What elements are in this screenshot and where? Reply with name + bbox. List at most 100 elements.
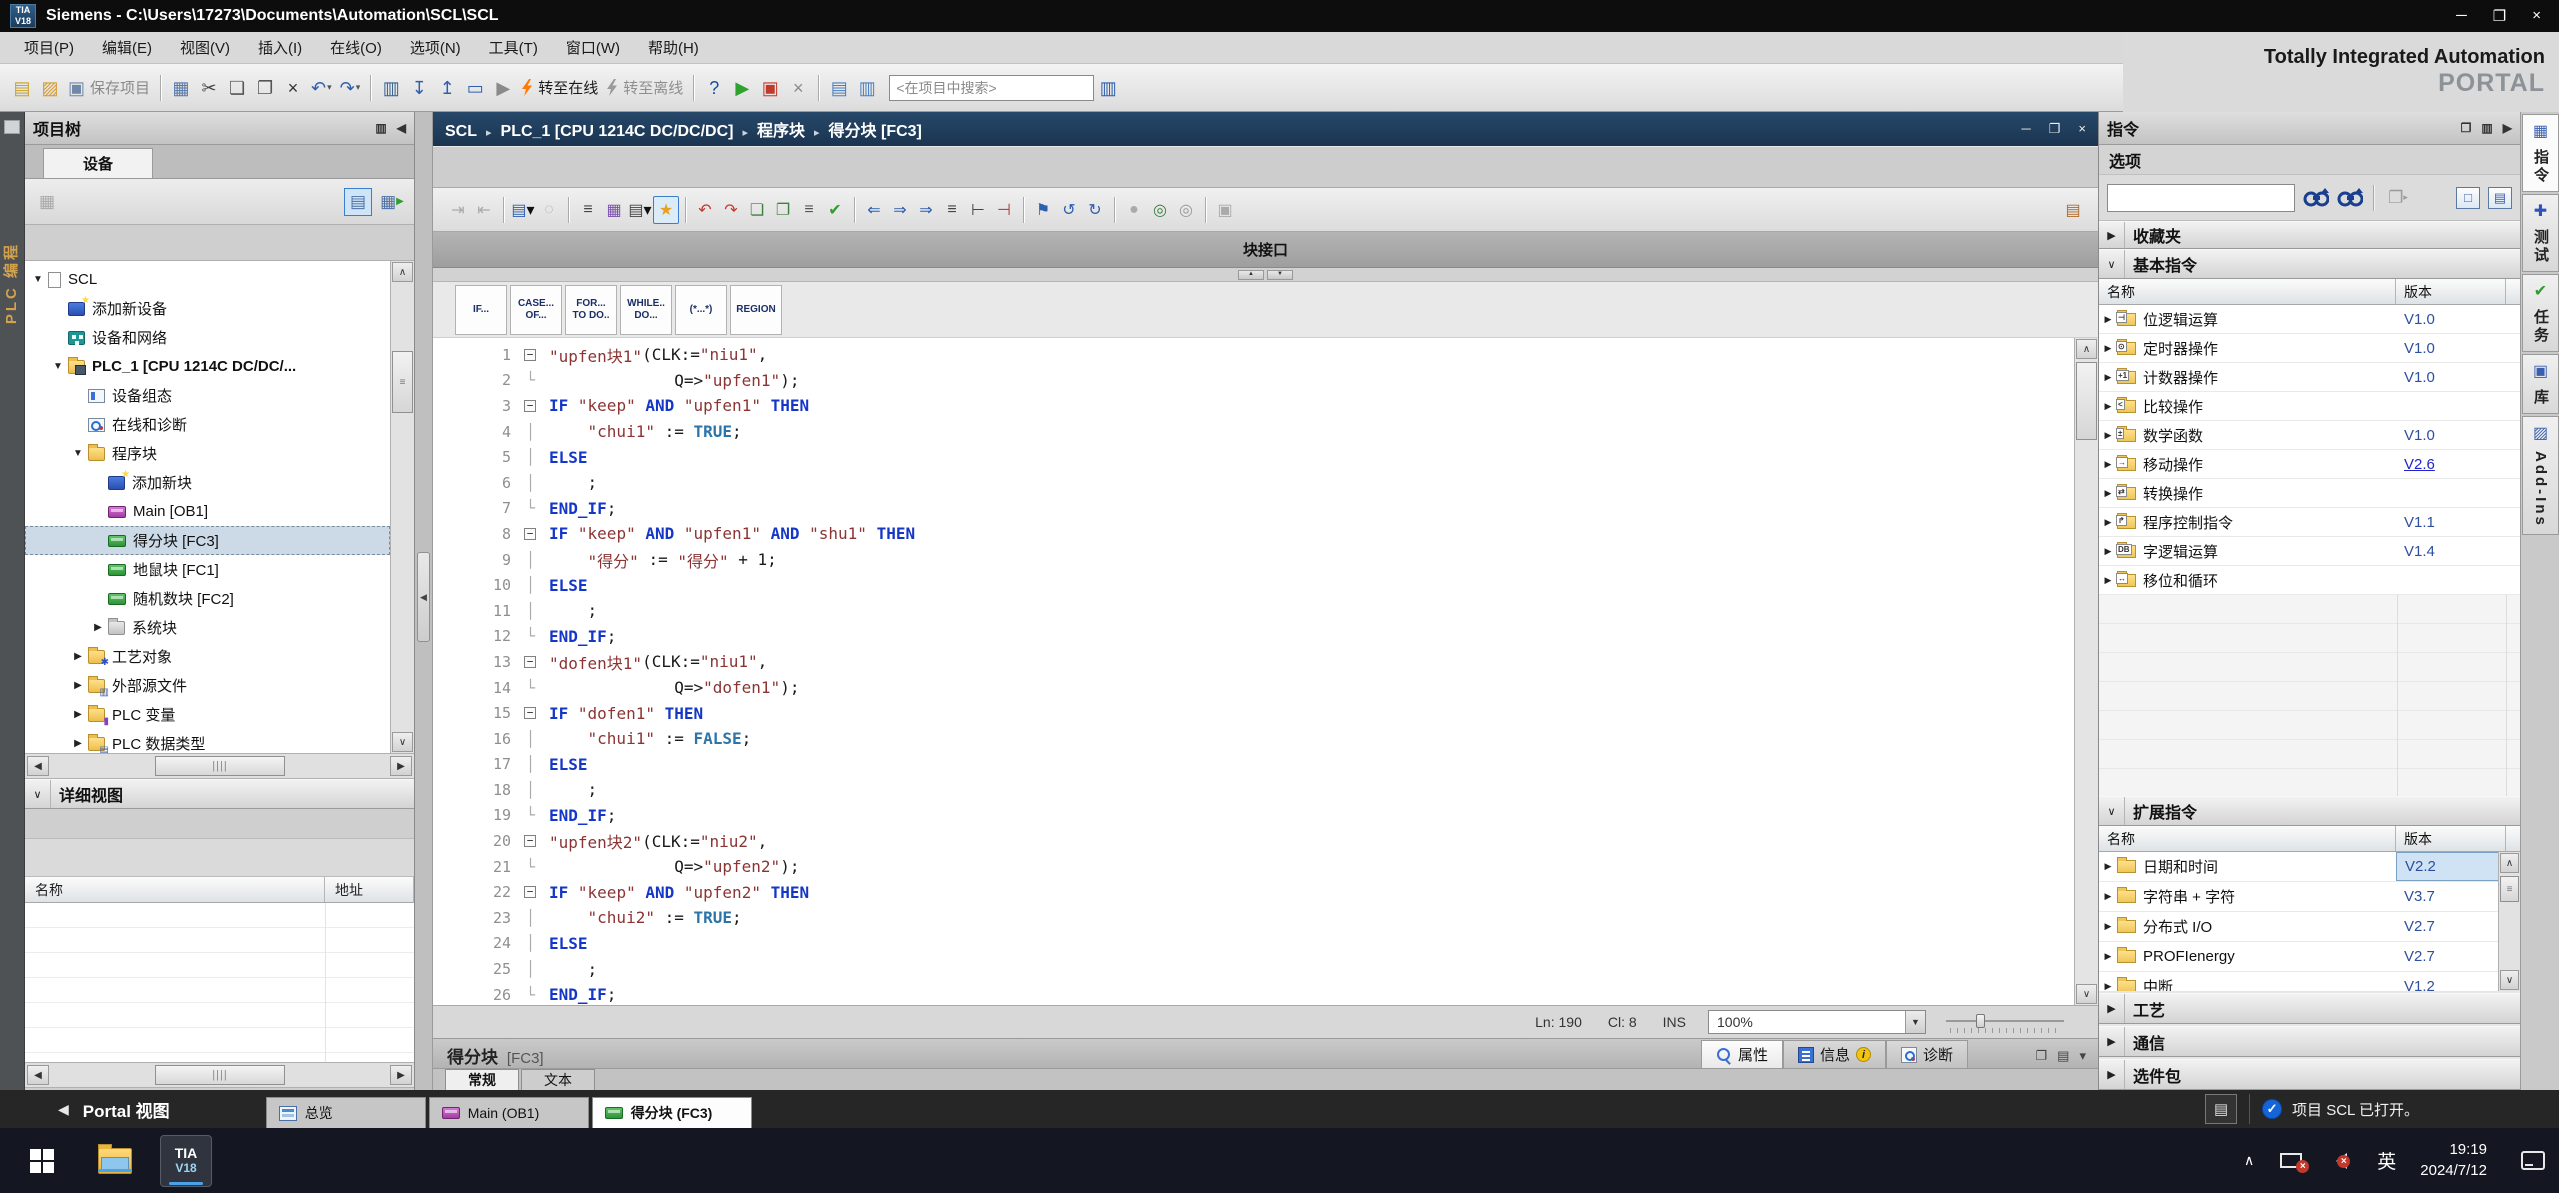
- chevron-down-icon[interactable]: ∨: [25, 780, 51, 808]
- fold-toggle-icon[interactable]: −: [519, 400, 549, 412]
- section-选件包[interactable]: ▶选件包: [2099, 1059, 2520, 1090]
- open-project-icon[interactable]: ▨: [36, 73, 64, 103]
- extended-instructions-section[interactable]: ∨ 扩展指令: [2099, 796, 2520, 826]
- code-line[interactable]: 25│ ;: [433, 956, 2074, 982]
- view-table-icon[interactable]: ▤: [2488, 187, 2512, 209]
- start-button[interactable]: [30, 1149, 54, 1173]
- portal-back-icon[interactable]: ◀: [58, 1101, 69, 1118]
- instruction-row[interactable]: ▶PROFIenergyV2.7: [2099, 942, 2520, 972]
- code-line[interactable]: 15−IF "dofen1" THEN: [433, 700, 2074, 726]
- close-branch-icon[interactable]: ⊣: [991, 196, 1017, 224]
- project-search-input[interactable]: [889, 75, 1094, 101]
- properties-button-属性[interactable]: 属性: [1701, 1040, 1783, 1068]
- favorites-toggle-icon[interactable]: ★: [653, 196, 679, 224]
- undo-button[interactable]: ↶▾: [307, 73, 336, 103]
- tree-vertical-scrollbar[interactable]: ∧ ≡ ∨: [390, 261, 414, 753]
- chevron-right-icon[interactable]: ▶: [2099, 994, 2125, 1023]
- code-line[interactable]: 23│ "chui2" := TRUE;: [433, 905, 2074, 931]
- tia-taskbar-icon[interactable]: TIAV18: [160, 1135, 212, 1187]
- instruction-row[interactable]: ▶中断V1.2: [2099, 972, 2520, 991]
- menu-item-6[interactable]: 工具(T): [475, 37, 552, 58]
- portal-view-button[interactable]: Portal 视图: [83, 1097, 170, 1122]
- project-search-go-icon[interactable]: ▥: [1094, 73, 1122, 103]
- notification-center-icon[interactable]: [2521, 1151, 2545, 1170]
- tree-item[interactable]: 添加新设备: [25, 294, 390, 323]
- code-line[interactable]: 11│ ;: [433, 598, 2074, 624]
- tree-item[interactable]: 设备和网络: [25, 323, 390, 352]
- block-interface-bar[interactable]: 块接口: [433, 232, 2098, 268]
- chevron-right-icon[interactable]: ▶: [2099, 951, 2117, 962]
- column-address[interactable]: 地址: [325, 877, 414, 902]
- scroll-down-icon[interactable]: ∨: [392, 732, 413, 752]
- instruction-row[interactable]: ▶↔移位和循环: [2099, 566, 2520, 595]
- tree-item[interactable]: 地鼠块 [FC1]: [25, 555, 390, 584]
- expand-open-icon[interactable]: ▼: [30, 274, 46, 285]
- save-project-button[interactable]: ▣保存项目: [64, 73, 154, 103]
- chevron-right-icon[interactable]: ▶: [2099, 517, 2117, 528]
- slider-handle[interactable]: [1976, 1014, 1985, 1028]
- block-call-icon[interactable]: ▦: [601, 196, 627, 224]
- breadcrumb-segment-3[interactable]: 得分块 [FC3]: [829, 123, 922, 140]
- side-tab-指令[interactable]: ▦指令: [2522, 114, 2559, 192]
- cross-icon[interactable]: ×: [784, 73, 812, 103]
- properties-button-信息[interactable]: 信息i: [1783, 1040, 1886, 1068]
- code-line[interactable]: 19└END_IF;: [433, 803, 2074, 829]
- menu-item-4[interactable]: 在线(O): [316, 37, 396, 58]
- chevron-right-icon[interactable]: ▶: [2099, 546, 2117, 557]
- instruction-row[interactable]: ▶+1计数器操作V1.0: [2099, 363, 2520, 392]
- chevron-right-icon[interactable]: ▶: [2099, 488, 2117, 499]
- menu-item-2[interactable]: 视图(V): [166, 37, 244, 58]
- code-line[interactable]: 4│ "chui1" := TRUE;: [433, 419, 2074, 445]
- monitoring-on-icon[interactable]: ◎: [1147, 196, 1173, 224]
- panel-options-icon[interactable]: ▥: [375, 121, 386, 135]
- online-diagnostics-icon[interactable]: ?: [700, 73, 728, 103]
- add-network-icon[interactable]: ⇤: [471, 196, 497, 224]
- operand-display-icon[interactable]: ▤▾: [627, 196, 653, 224]
- menu-item-8[interactable]: 帮助(H): [634, 37, 713, 58]
- code-line[interactable]: 2└ Q=>"upfen1");: [433, 368, 2074, 394]
- scroll-right-icon[interactable]: ▶: [390, 756, 412, 776]
- chevron-right-icon[interactable]: ▶: [2099, 921, 2117, 932]
- tray-chevron-icon[interactable]: ∧: [2244, 1152, 2254, 1169]
- tree-item[interactable]: ▶工艺对象: [25, 642, 390, 671]
- chevron-right-icon[interactable]: ▶: [2099, 575, 2117, 586]
- show-all-objects-icon[interactable]: ▦▶: [378, 188, 406, 216]
- breadcrumb-segment-2[interactable]: 程序块: [757, 123, 805, 140]
- tree-item[interactable]: 随机数块 [FC2]: [25, 584, 390, 613]
- code-line[interactable]: 6│ ;: [433, 470, 2074, 496]
- copy-icon[interactable]: ❏: [223, 73, 251, 103]
- editor-tab-Main (OB1)[interactable]: Main (OB1): [429, 1097, 589, 1128]
- zoom-select[interactable]: 100% ▼: [1708, 1010, 1926, 1034]
- menu-item-3[interactable]: 插入(I): [244, 37, 316, 58]
- chevron-right-icon[interactable]: ▶: [2099, 1060, 2125, 1089]
- panel-options-icon[interactable]: ▥: [2481, 121, 2492, 135]
- bookmark-icon[interactable]: ⚑: [1030, 196, 1056, 224]
- tree-item[interactable]: ▶外部源文件: [25, 671, 390, 700]
- instruction-row[interactable]: ▶→移动操作V2.6: [2099, 450, 2520, 479]
- breadcrumb-segment-0[interactable]: SCL: [445, 123, 477, 140]
- scroll-thumb[interactable]: ||||: [155, 756, 285, 776]
- side-tab-Add-Ins[interactable]: ▨Add-Ins: [2522, 416, 2559, 535]
- code-line[interactable]: 14└ Q=>"dofen1");: [433, 675, 2074, 701]
- snippet-button-5[interactable]: REGION: [730, 285, 782, 335]
- close-icon[interactable]: ×: [2532, 7, 2541, 25]
- chevron-right-icon[interactable]: ▶: [2099, 1027, 2125, 1056]
- pane-minimize-icon[interactable]: ─: [2022, 121, 2031, 137]
- code-line[interactable]: 17│ELSE: [433, 752, 2074, 778]
- paste-icon[interactable]: ❐: [251, 73, 279, 103]
- outdent-icon[interactable]: ⇐: [861, 196, 887, 224]
- scroll-down-icon[interactable]: ∨: [2076, 984, 2097, 1004]
- fold-toggle-icon[interactable]: −: [519, 886, 549, 898]
- scroll-down-icon[interactable]: ∨: [2500, 970, 2519, 990]
- scroll-thumb[interactable]: ||||: [155, 1065, 285, 1085]
- splitter-collapse-icon[interactable]: ◀: [417, 552, 430, 642]
- code-line[interactable]: 22−IF "keep" AND "upfen2" THEN: [433, 879, 2074, 905]
- instruction-row[interactable]: ▶分布式 I/OV2.7: [2099, 912, 2520, 942]
- tree-item[interactable]: ▶PLC 数据类型: [25, 729, 390, 753]
- editor-tab-得分块 (FC3)[interactable]: 得分块 (FC3): [592, 1097, 752, 1128]
- menu-item-0[interactable]: 项目(P): [10, 37, 88, 58]
- tree-item[interactable]: ▶PLC 变量: [25, 700, 390, 729]
- monitoring-off-icon[interactable]: ◎: [1173, 196, 1199, 224]
- expand-open-icon[interactable]: ▼: [70, 448, 86, 459]
- update-block-call-icon[interactable]: ❏: [744, 196, 770, 224]
